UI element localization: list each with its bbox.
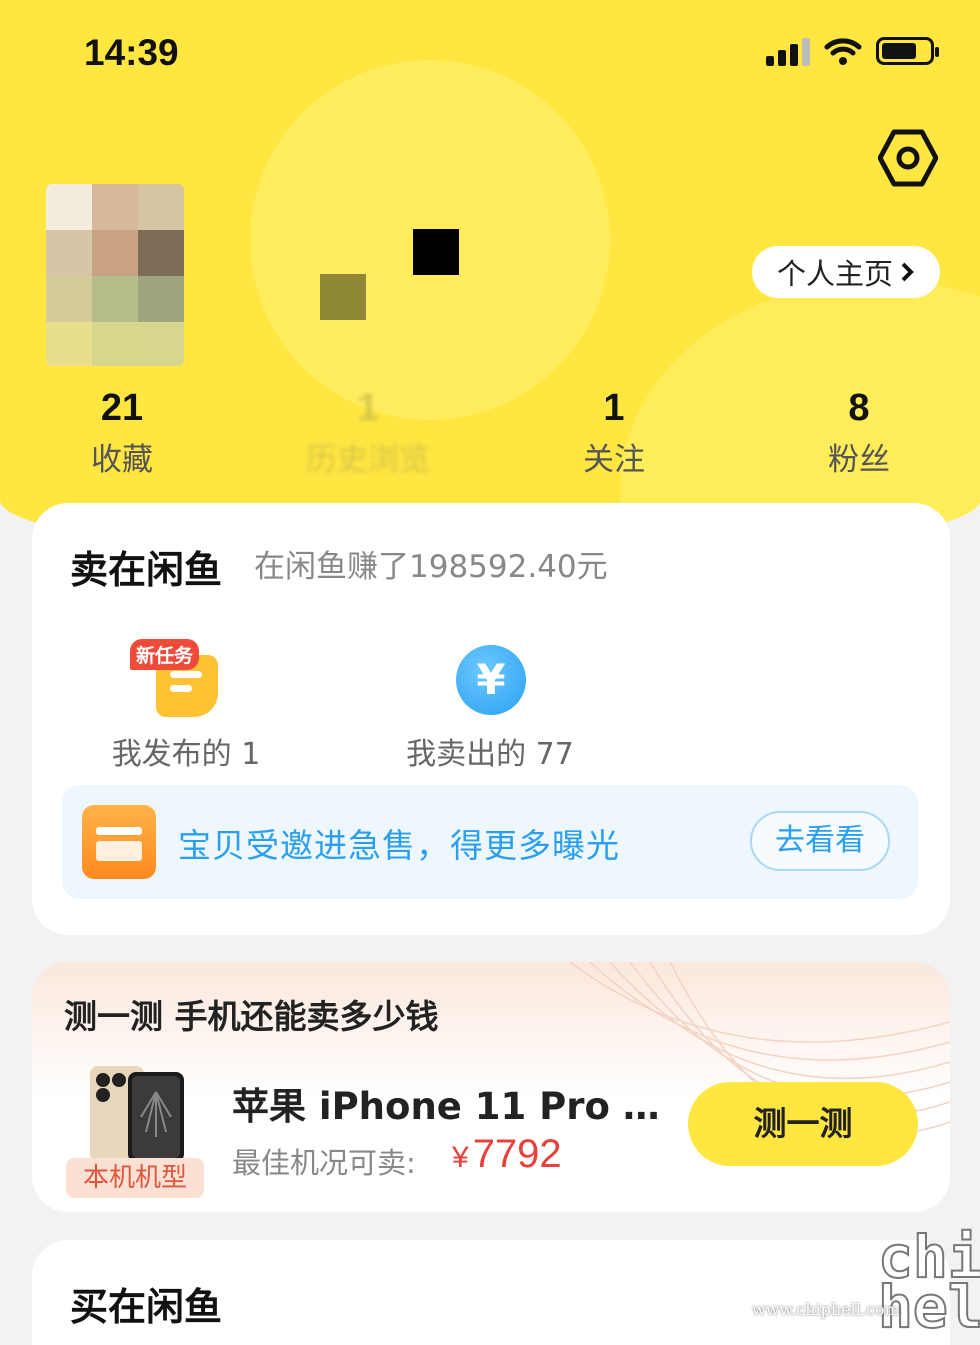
- yen-coin-icon: ¥: [456, 645, 526, 715]
- currency-symbol: ¥: [452, 1141, 469, 1174]
- price-label: 最佳机况可卖:: [232, 1146, 416, 1180]
- stat-history[interactable]: 1 历史浏览: [288, 386, 448, 479]
- watermark: chip hell www.chiphell.com: [752, 1227, 980, 1337]
- go-see-button[interactable]: 去看看: [750, 811, 890, 871]
- profile-page-label: 个人主页: [776, 257, 893, 291]
- promo-text: 宝贝受邀进急售，得更多曝光: [178, 826, 620, 865]
- stat-label: 关注: [583, 442, 645, 478]
- this-model-tag: 本机机型: [66, 1158, 204, 1198]
- phone-thumbnail[interactable]: 本机机型: [66, 1054, 204, 1198]
- stat-fans[interactable]: 8 粉丝: [779, 386, 939, 479]
- stat-value: 8: [848, 387, 870, 429]
- status-time: 14:39: [84, 32, 179, 73]
- stat-label: 历史浏览: [306, 442, 430, 478]
- username-mosaic: [413, 229, 459, 275]
- stat-value: 21: [100, 387, 144, 429]
- avatar[interactable]: [46, 184, 184, 366]
- stat-value: 1: [357, 387, 379, 429]
- quick-sale-icon: [82, 805, 156, 879]
- settings-hexagon-icon[interactable]: [878, 128, 938, 188]
- watermark-url: www.chiphell.com: [752, 1300, 900, 1319]
- cellular-signal-icon: [766, 36, 810, 66]
- my-sold-button[interactable]: ¥ 我卖出的 77: [390, 633, 590, 773]
- quick-sale-promo[interactable]: 宝贝受邀进急售，得更多曝光 去看看: [62, 785, 918, 899]
- status-icons: [766, 36, 939, 66]
- sell-earnings: 在闲鱼赚了198592.40元: [254, 549, 608, 585]
- stat-favorites[interactable]: 21 收藏: [42, 386, 202, 479]
- username-mosaic: [320, 274, 366, 320]
- phone-model-name: 苹果 iPhone 11 Pro …: [232, 1085, 660, 1128]
- my-published-label: 我发布的 1: [111, 737, 261, 772]
- price-amount: 7792: [472, 1132, 562, 1176]
- battery-icon: [876, 37, 939, 65]
- new-task-badge: 新任务: [130, 639, 200, 670]
- chevron-right-icon: [901, 262, 914, 282]
- wifi-icon: [824, 38, 862, 65]
- iphone-image: [90, 1066, 184, 1162]
- sell-card: 卖在闲鱼 在闲鱼赚了198592.40元 新任务 我发布的 1 ¥ 我卖出的 7…: [32, 503, 950, 935]
- phone-valuation-card: 测一测 手机还能卖多少钱 本机机型 苹果 iPhone 11 Pro … 最佳机…: [32, 962, 950, 1212]
- stat-following[interactable]: 1 关注: [534, 386, 694, 479]
- price-value: ¥7792: [452, 1132, 562, 1177]
- stat-label: 粉丝: [828, 442, 890, 478]
- sell-title: 卖在闲鱼: [70, 548, 223, 592]
- stats-row: 21 收藏 1 历史浏览 1 关注 8 粉丝: [0, 386, 980, 486]
- my-sold-label: 我卖出的 77: [406, 737, 574, 772]
- test-button[interactable]: 测一测: [688, 1082, 918, 1166]
- stat-label: 收藏: [91, 442, 153, 478]
- profile-page-button[interactable]: 个人主页: [752, 246, 940, 298]
- valuation-title: 测一测 手机还能卖多少钱: [64, 997, 439, 1036]
- buy-title: 买在闲鱼: [70, 1285, 223, 1329]
- my-published-button[interactable]: 新任务 我发布的 1: [86, 633, 286, 773]
- stat-value: 1: [603, 387, 625, 429]
